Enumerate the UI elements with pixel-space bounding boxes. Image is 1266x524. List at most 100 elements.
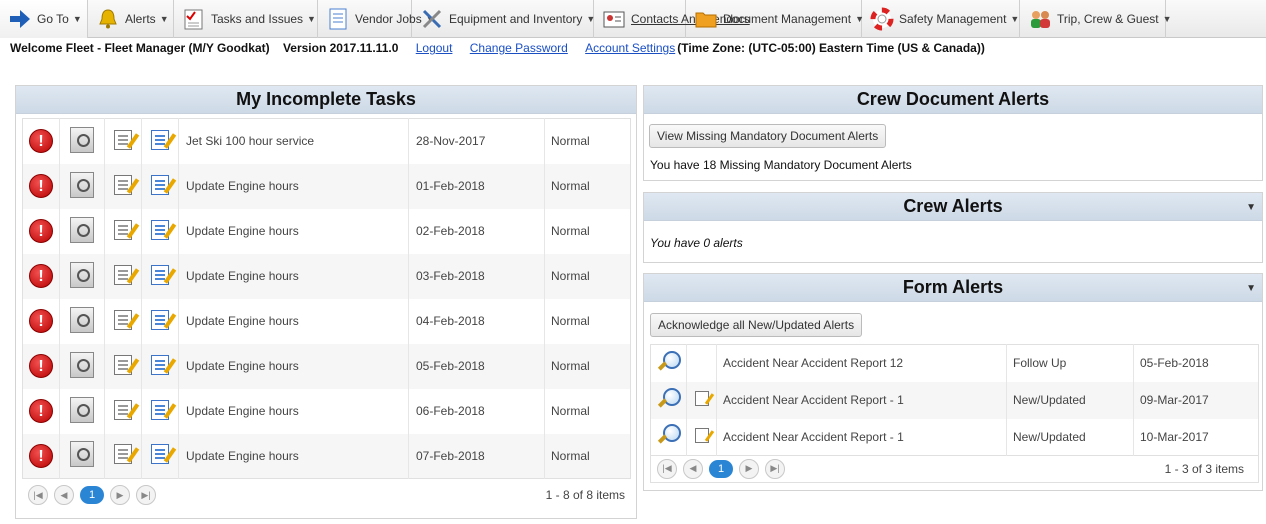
pager-first-button[interactable]: |◀	[657, 458, 677, 479]
task-name[interactable]: Jet Ski 100 hour service	[178, 118, 409, 164]
task-row[interactable]: ! Update Engine hours 05-Feb-2018 Normal	[22, 343, 631, 389]
view-task-icon[interactable]	[70, 126, 94, 153]
form-alert-row[interactable]: Accident Near Accident Report - 1 New/Upd…	[650, 381, 1259, 419]
task-row[interactable]: ! Update Engine hours 04-Feb-2018 Normal	[22, 298, 631, 344]
nav-item-0[interactable]: Go To ▼	[0, 0, 88, 38]
acknowledge-alerts-button[interactable]: Acknowledge all New/Updated Alerts	[650, 313, 863, 337]
view-task-icon[interactable]	[70, 171, 94, 198]
view-task-icon[interactable]	[70, 306, 94, 333]
edit-task-icon[interactable]	[114, 309, 132, 330]
magnifier-icon[interactable]	[657, 387, 681, 411]
task-row[interactable]: ! Update Engine hours 01-Feb-2018 Normal	[22, 163, 631, 209]
nav-item-2[interactable]: Tasks and Issues ▼	[174, 0, 318, 38]
task-row[interactable]: ! Update Engine hours 07-Feb-2018 Normal	[22, 433, 631, 479]
edit-form-icon[interactable]	[694, 427, 709, 443]
task-name[interactable]: Update Engine hours	[178, 343, 409, 389]
task-row[interactable]: ! Update Engine hours 03-Feb-2018 Normal	[22, 253, 631, 299]
change-password-link[interactable]: Change Password	[470, 41, 568, 55]
complete-task-icon[interactable]	[151, 309, 169, 330]
nav-item-1[interactable]: Alerts ▼	[88, 0, 174, 38]
edit-form-icon[interactable]	[694, 391, 709, 406]
edit-task-icon[interactable]	[114, 399, 132, 420]
task-priority: Normal	[544, 433, 631, 479]
main-nav-bar: Go To ▼ Alerts ▼ Tasks and Issues ▼ Vendor Job…	[0, 0, 1266, 38]
task-edit-cell	[104, 298, 142, 344]
task-alert-cell: !	[22, 343, 60, 389]
tasks-pager: |◀ ◀ 1 ▶ ▶| 1 - 8 of 8 items	[22, 481, 631, 509]
task-name[interactable]: Update Engine hours	[178, 253, 409, 299]
task-priority: Normal	[544, 343, 631, 389]
pager-prev-button[interactable]: ◀	[54, 485, 74, 505]
magnifier-icon[interactable]	[657, 423, 681, 447]
missing-docs-message: You have 18 Missing Mandatory Document A…	[650, 158, 912, 172]
form-alert-row[interactable]: Accident Near Accident Report 12 Follow U…	[650, 344, 1259, 382]
alert-icon: !	[29, 129, 53, 154]
nav-item-4[interactable]: Equipment and Inventory ▼	[412, 0, 595, 38]
chevron-down-icon[interactable]: ▼	[1246, 283, 1256, 294]
pager-last-button[interactable]: ▶|	[136, 485, 156, 505]
tasks-panel-header: My Incomplete Tasks	[16, 86, 636, 114]
task-name[interactable]: Update Engine hours	[178, 208, 409, 254]
nav-item-6[interactable]: Document Management ▼	[686, 0, 864, 38]
task-row[interactable]: ! Jet Ski 100 hour service 28-Nov-2017 Norm…	[22, 118, 631, 164]
edit-task-icon[interactable]	[114, 219, 132, 240]
view-task-icon[interactable]	[70, 216, 94, 243]
task-name[interactable]: Update Engine hours	[178, 433, 409, 479]
pager-last-button[interactable]: ▶|	[765, 458, 785, 479]
nav-item-3[interactable]: Vendor Jobs▼	[318, 0, 435, 38]
edit-task-icon[interactable]	[114, 264, 132, 285]
logout-link[interactable]: Logout	[416, 41, 453, 55]
task-row[interactable]: ! Update Engine hours 06-Feb-2018 Normal	[22, 388, 631, 434]
form-edit-cell	[686, 418, 717, 456]
welcome-bar: Welcome Fleet - Fleet Manager (M/Y Goodk…	[10, 41, 985, 55]
view-task-icon[interactable]	[70, 261, 94, 288]
edit-task-icon[interactable]	[114, 354, 132, 375]
pager-prev-button[interactable]: ◀	[683, 458, 703, 479]
task-alert-cell: !	[22, 388, 60, 434]
edit-task-icon[interactable]	[114, 174, 132, 195]
form-name[interactable]: Accident Near Accident Report 12	[716, 344, 1007, 382]
task-name[interactable]: Update Engine hours	[178, 298, 409, 344]
magnifier-icon[interactable]	[657, 350, 681, 374]
form-name[interactable]: Accident Near Accident Report - 1	[716, 418, 1007, 456]
view-task-icon[interactable]	[70, 441, 94, 468]
task-view-cell	[59, 118, 105, 164]
form-alert-row[interactable]: Accident Near Accident Report - 1 New/Upd…	[650, 418, 1259, 456]
task-name[interactable]: Update Engine hours	[178, 163, 409, 209]
chevron-down-icon[interactable]: ▼	[1246, 202, 1256, 213]
pager-next-button[interactable]: ▶	[110, 485, 130, 505]
view-task-icon[interactable]	[70, 351, 94, 378]
edit-task-icon[interactable]	[114, 444, 132, 465]
task-alert-cell: !	[22, 433, 60, 479]
task-row[interactable]: ! Update Engine hours 02-Feb-2018 Normal	[22, 208, 631, 254]
task-name[interactable]: Update Engine hours	[178, 388, 409, 434]
complete-task-icon[interactable]	[151, 264, 169, 285]
pager-current-page[interactable]: 1	[80, 486, 104, 504]
account-settings-link[interactable]: Account Settings	[585, 41, 675, 55]
pager-first-button[interactable]: |◀	[28, 485, 48, 505]
form-name[interactable]: Accident Near Accident Report - 1	[716, 381, 1007, 419]
complete-task-icon[interactable]	[151, 219, 169, 240]
complete-task-icon[interactable]	[151, 174, 169, 195]
view-missing-docs-button[interactable]: View Missing Mandatory Document Alerts	[649, 124, 887, 148]
view-task-icon[interactable]	[70, 396, 94, 423]
complete-task-icon[interactable]	[151, 444, 169, 465]
nav-item-7[interactable]: Safety Management ▼	[862, 0, 1020, 38]
task-priority: Normal	[551, 404, 590, 418]
pager-current-page[interactable]: 1	[709, 459, 733, 478]
complete-task-icon[interactable]	[151, 354, 169, 375]
complete-task-icon[interactable]	[151, 399, 169, 420]
complete-task-icon[interactable]	[151, 129, 169, 150]
form-edit-cell	[686, 344, 717, 382]
task-priority: Normal	[544, 253, 631, 299]
edit-task-icon[interactable]	[114, 129, 132, 150]
nav-item-label: Safety Management	[899, 12, 1007, 26]
form-edit-cell	[686, 381, 717, 419]
nav-item-5[interactable]: Contacts And Vendors	[594, 0, 750, 38]
task-alert-cell: !	[22, 118, 60, 164]
alert-icon: !	[29, 354, 53, 378]
nav-item-8[interactable]: Trip, Crew & Guest ▼	[1020, 0, 1172, 38]
pager-next-button[interactable]: ▶	[739, 458, 759, 479]
task-view-cell	[59, 298, 105, 344]
form-date: 05-Feb-2018	[1140, 356, 1209, 371]
